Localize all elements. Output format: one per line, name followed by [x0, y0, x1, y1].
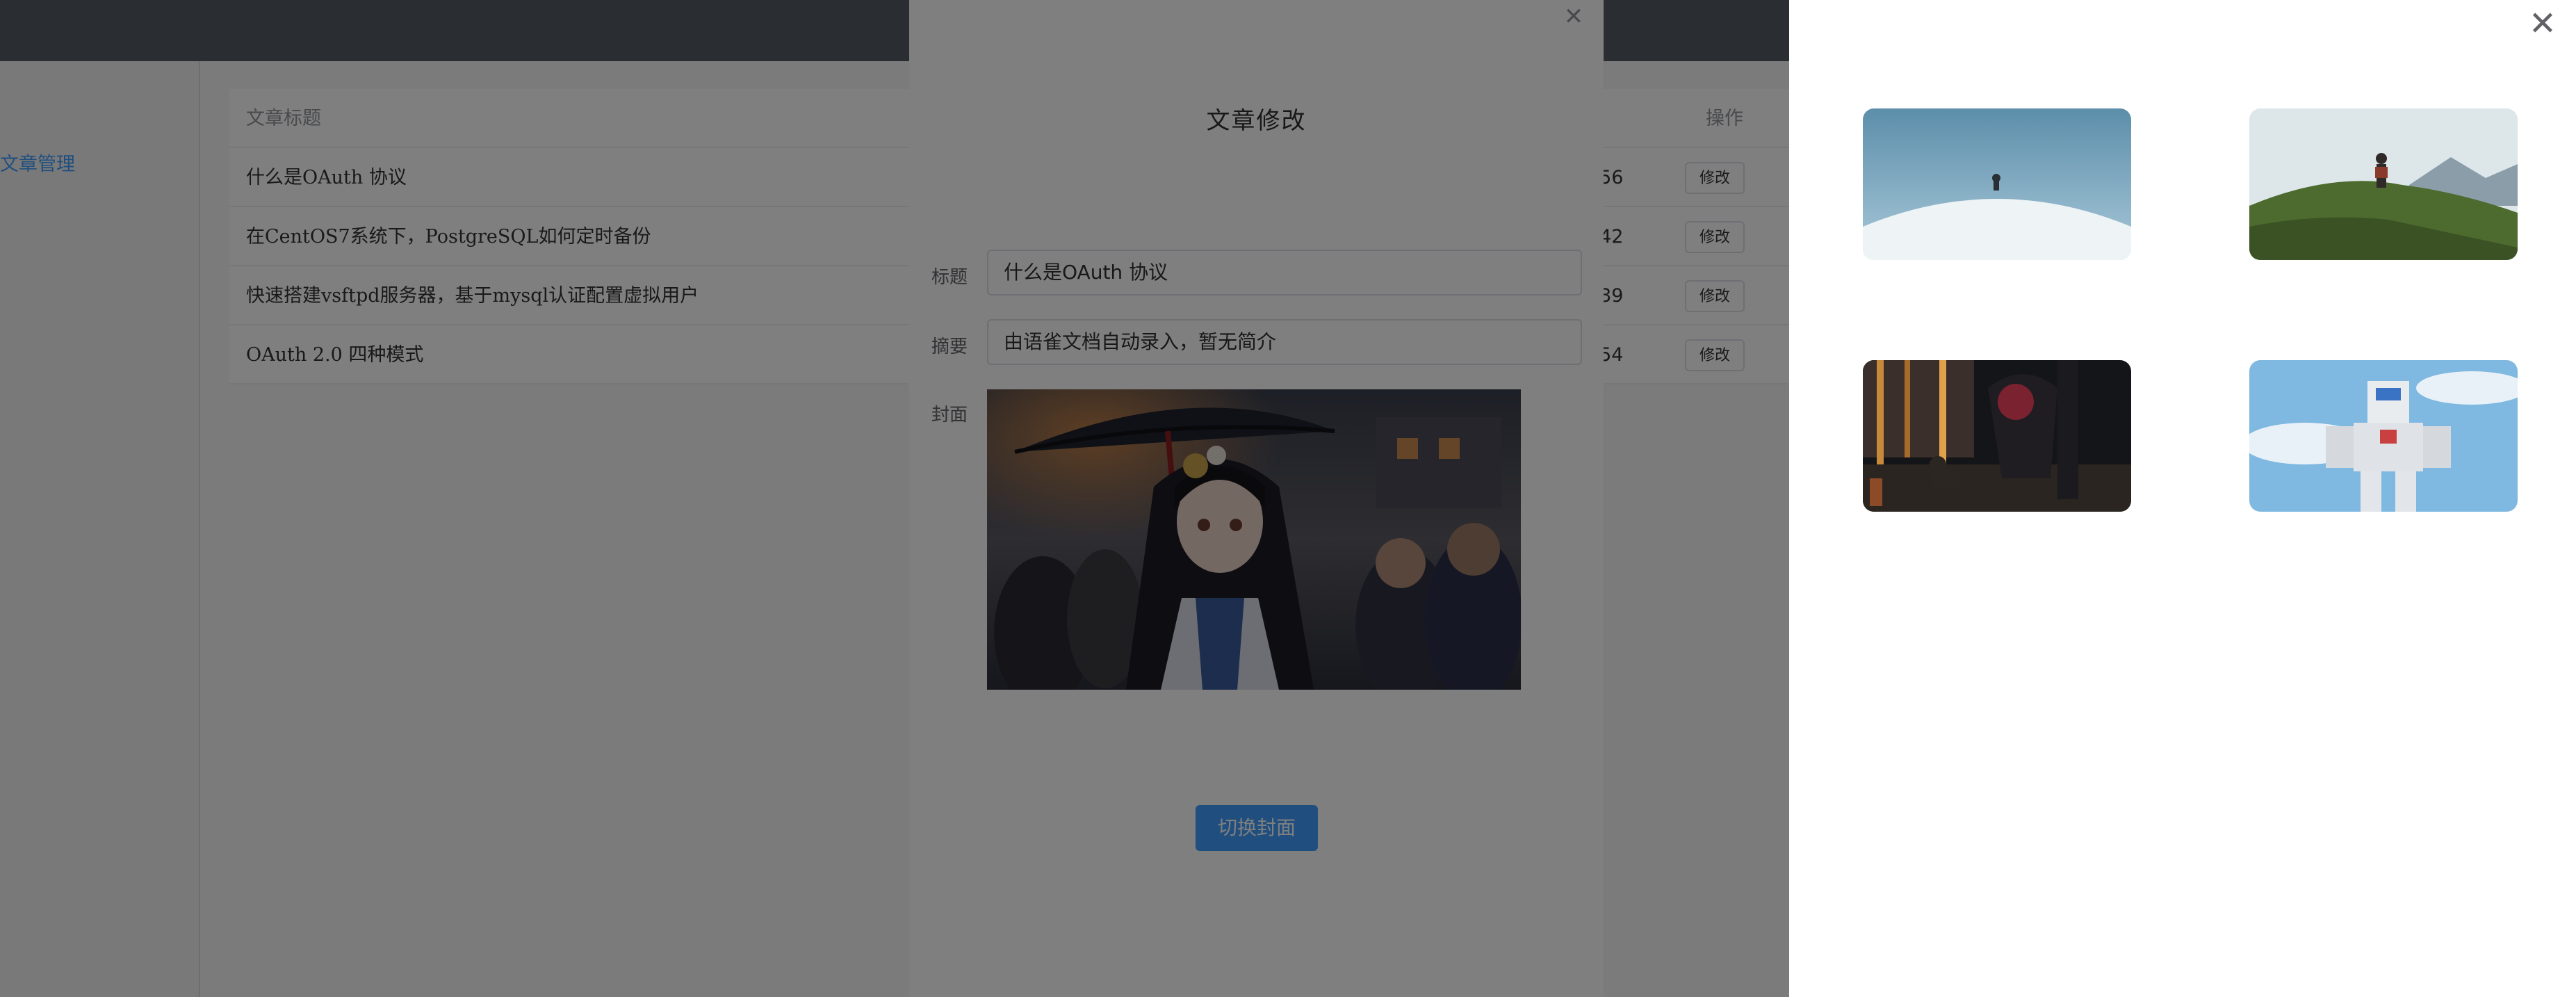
rainy-street-cat-thumbnail[interactable]: [1863, 360, 2131, 512]
robot-sky-thumbnail[interactable]: [2249, 360, 2518, 512]
mountain-hiker-thumbnail[interactable]: [2249, 108, 2518, 260]
cover-picker-drawer: ✕: [1789, 0, 2576, 997]
snow-hill-thumbnail[interactable]: [1863, 108, 2131, 260]
drawer-close-icon[interactable]: ✕: [2523, 4, 2562, 43]
